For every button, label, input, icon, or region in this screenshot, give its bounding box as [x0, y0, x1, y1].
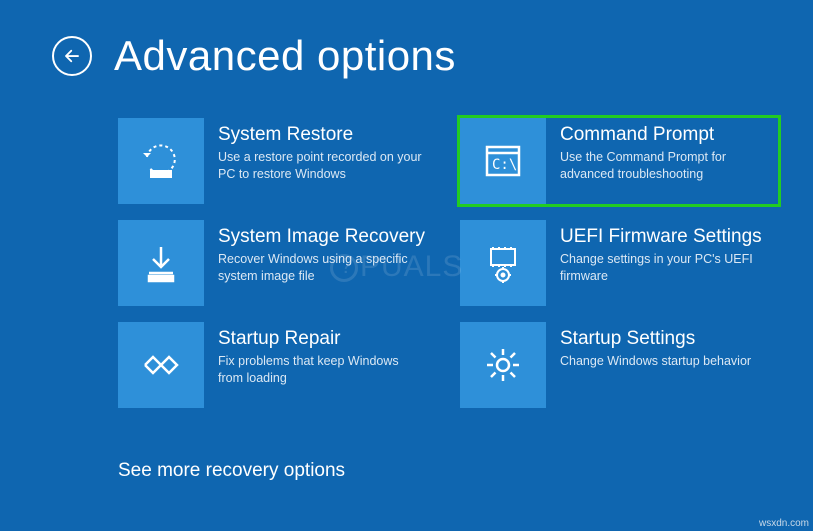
tile-desc: Fix problems that keep Windows from load… [218, 353, 426, 387]
system-restore-icon [118, 118, 204, 204]
tile-title: System Image Recovery [218, 226, 426, 248]
tile-title: Startup Settings [560, 328, 768, 350]
see-more-link[interactable]: See more recovery options [118, 460, 345, 482]
tile-system-restore[interactable]: System Restore Use a restore point recor… [118, 118, 436, 204]
options-grid: System Restore Use a restore point recor… [118, 118, 778, 408]
tile-desc: Change settings in your PC's UEFI firmwa… [560, 251, 768, 285]
tile-uefi-firmware[interactable]: UEFI Firmware Settings Change settings i… [460, 220, 778, 306]
tile-desc: Recover Windows using a specific system … [218, 251, 426, 285]
tile-command-prompt[interactable]: C:\ Command Prompt Use the Command Promp… [460, 118, 778, 204]
tile-system-image-recovery[interactable]: System Image Recovery Recover Windows us… [118, 220, 436, 306]
arrow-left-icon [63, 47, 81, 65]
tile-startup-settings[interactable]: Startup Settings Change Windows startup … [460, 322, 778, 408]
tile-startup-repair[interactable]: Startup Repair Fix problems that keep Wi… [118, 322, 436, 408]
tile-desc: Use the Command Prompt for advanced trou… [560, 149, 768, 183]
tile-title: System Restore [218, 124, 426, 146]
tile-title: UEFI Firmware Settings [560, 226, 768, 248]
tile-title: Startup Repair [218, 328, 426, 350]
page-title: Advanced options [114, 32, 456, 80]
tile-desc: Use a restore point recorded on your PC … [218, 149, 426, 183]
system-image-recovery-icon [118, 220, 204, 306]
tile-title: Command Prompt [560, 124, 768, 146]
uefi-firmware-icon [460, 220, 546, 306]
startup-repair-icon [118, 322, 204, 408]
svg-text:C:\: C:\ [492, 157, 517, 173]
attribution-text: wsxdn.com [759, 518, 809, 529]
command-prompt-icon: C:\ [460, 118, 546, 204]
back-button[interactable] [52, 36, 92, 76]
tile-desc: Change Windows startup behavior [560, 353, 768, 370]
startup-settings-icon [460, 322, 546, 408]
